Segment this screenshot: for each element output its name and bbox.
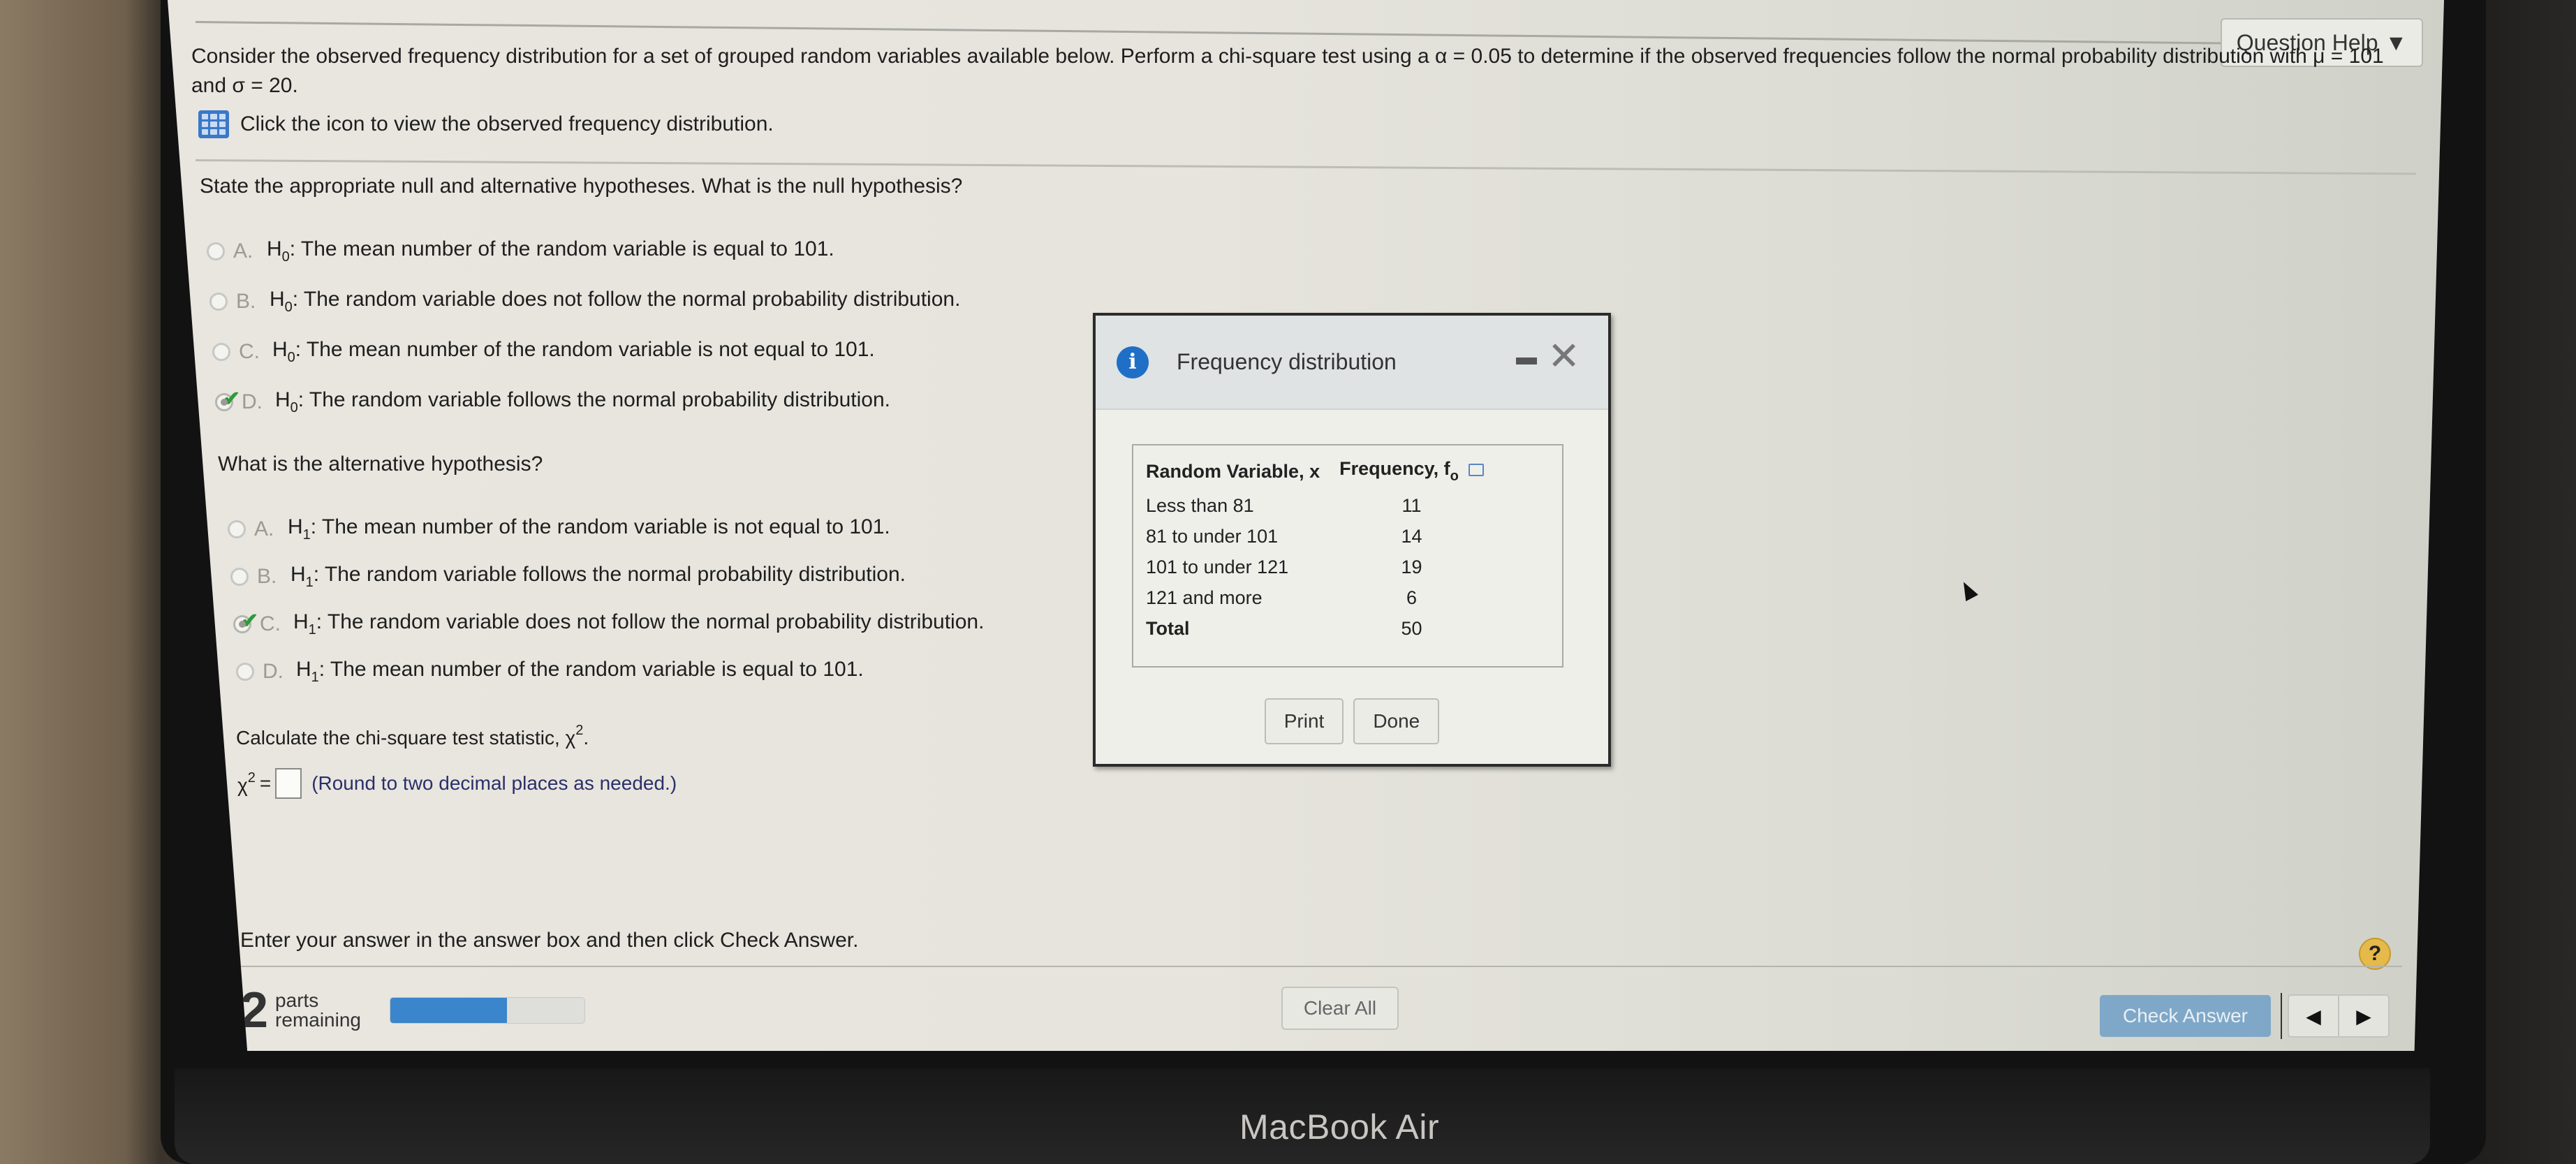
- triangle-left-icon: ◀: [2306, 1005, 2321, 1027]
- option-text: H0: The mean number of the random variab…: [267, 237, 834, 265]
- footer-divider: [237, 966, 2402, 967]
- frequency-table: Random Variable, x Frequency, fo Less th…: [1146, 454, 1484, 644]
- print-button[interactable]: Print: [1264, 698, 1344, 744]
- option-letter: B.: [236, 290, 256, 313]
- copy-table-icon[interactable]: [1468, 463, 1484, 476]
- option-letter: C.: [260, 612, 281, 635]
- total-label: Total: [1146, 617, 1190, 639]
- remaining-label: remaining: [275, 1009, 361, 1031]
- table-row: Less than 81 11: [1146, 490, 1484, 521]
- frequency-cell: 14: [1401, 525, 1422, 547]
- option-text: H0: The random variable does not follow …: [270, 288, 961, 315]
- progress-bar: [390, 997, 585, 1024]
- option-text: H1: The mean number of the random variab…: [288, 515, 890, 543]
- table-row: 121 and more 6: [1146, 582, 1484, 613]
- option-c[interactable]: ✔ C. H1: The random variable does not foll…: [233, 610, 984, 638]
- equals-sign: =: [259, 772, 272, 794]
- radio-button[interactable]: [228, 520, 246, 538]
- clear-all-button[interactable]: Clear All: [1281, 987, 1399, 1030]
- mouse-cursor-icon: [1957, 578, 1978, 602]
- null-hypothesis-prompt: State the appropriate null and alternati…: [200, 175, 963, 198]
- option-text: H1: The random variable follows the norm…: [290, 563, 906, 590]
- table-row: 101 to under 121 19: [1146, 552, 1484, 582]
- next-question-button[interactable]: ▶: [2338, 996, 2388, 1036]
- option-letter: D.: [242, 390, 263, 413]
- done-button[interactable]: Done: [1353, 698, 1440, 744]
- option-b[interactable]: B. H0: The random variable does not follo…: [209, 288, 960, 316]
- view-distribution-line: Click the icon to view the observed freq…: [198, 110, 774, 138]
- dialog-buttons: Print Done: [1096, 698, 1608, 744]
- frequency-table-container: Random Variable, x Frequency, fo Less th…: [1132, 444, 1563, 668]
- option-letter: C.: [239, 340, 260, 363]
- random-variable-cell: 101 to under 121: [1146, 556, 1289, 577]
- nav-separator: [2281, 993, 2282, 1039]
- option-a[interactable]: A. H1: The mean number of the random vari…: [228, 515, 890, 543]
- option-letter: B.: [257, 565, 277, 588]
- close-icon[interactable]: ✕: [1547, 337, 1580, 376]
- radio-button[interactable]: [230, 568, 249, 586]
- option-d[interactable]: D. H1: The mean number of the random vari…: [236, 658, 864, 686]
- table-header-row: Random Variable, x Frequency, fo: [1146, 454, 1484, 490]
- rounding-hint: (Round to two decimal places as needed.): [311, 772, 677, 794]
- parts-remaining: 2 parts remaining: [240, 985, 361, 1036]
- table-row: 81 to under 101 14: [1146, 521, 1484, 552]
- device-label: MacBook Air: [1239, 1107, 1440, 1147]
- radio-button[interactable]: ✔: [215, 388, 240, 411]
- frequency-distribution-dialog: i Frequency distribution ✕ Random Variab…: [1093, 313, 1611, 767]
- chi-square-answer-line: χ2 = (Round to two decimal places as nee…: [237, 768, 677, 799]
- previous-question-button[interactable]: ◀: [2289, 996, 2338, 1036]
- question-nav: ◀ ▶: [2288, 994, 2390, 1038]
- correct-checkmark-icon: ✔: [223, 388, 241, 411]
- view-distribution-text: Click the icon to view the observed freq…: [240, 112, 774, 135]
- radio-button[interactable]: [207, 242, 225, 260]
- option-text: H0: The random variable follows the norm…: [275, 388, 890, 415]
- radio-button[interactable]: [212, 343, 230, 361]
- column-header-frequency: Frequency, fo: [1320, 454, 1484, 490]
- table-grid-icon[interactable]: [198, 110, 229, 138]
- frequency-cell: 19: [1401, 556, 1422, 577]
- triangle-right-icon: ▶: [2356, 1005, 2371, 1027]
- question-text: Consider the observed frequency distribu…: [191, 45, 2384, 97]
- random-variable-cell: Less than 81: [1146, 494, 1254, 516]
- table-total-row: Total 50: [1146, 613, 1484, 644]
- instruction-text: Enter your answer in the answer box and …: [240, 929, 859, 952]
- option-letter: D.: [263, 660, 284, 683]
- radio-button[interactable]: ✔: [233, 610, 258, 633]
- option-a[interactable]: A. H0: The mean number of the random vari…: [207, 237, 834, 265]
- screen: Question Help ▼ ⚙ Consider the observed …: [168, 0, 2444, 1051]
- frequency-cell: 6: [1406, 587, 1417, 608]
- random-variable-cell: 121 and more: [1146, 587, 1263, 608]
- progress-bar-fill: [390, 998, 507, 1023]
- frequency-cell: 11: [1401, 494, 1422, 516]
- option-text: H1: The random variable does not follow …: [293, 610, 985, 638]
- minimize-icon[interactable]: [1516, 358, 1537, 364]
- total-value: 50: [1401, 617, 1422, 639]
- info-icon: i: [1117, 346, 1149, 378]
- check-answer-button[interactable]: Check Answer: [2100, 995, 2271, 1037]
- question-divider: [195, 159, 2416, 175]
- option-b[interactable]: B. H1: The random variable follows the no…: [230, 563, 906, 591]
- parts-label: parts: [275, 989, 319, 1011]
- option-c[interactable]: C. H0: The mean number of the random vari…: [212, 338, 875, 366]
- alt-hypothesis-prompt: What is the alternative hypothesis?: [218, 452, 543, 476]
- option-d[interactable]: ✔ D. H0: The random variable follows the n…: [215, 388, 890, 416]
- option-text: H0: The mean number of the random variab…: [272, 338, 875, 365]
- chi-square-prompt: Calculate the chi-square test statistic,…: [236, 723, 589, 749]
- radio-button[interactable]: [209, 293, 228, 311]
- dialog-title: Frequency distribution: [1177, 349, 1397, 374]
- homework-app: Question Help ▼ ⚙ Consider the observed …: [168, 0, 2444, 1051]
- correct-checkmark-icon: ✔: [241, 610, 259, 633]
- option-letter: A.: [254, 517, 274, 540]
- column-header-random-variable: Random Variable, x: [1146, 460, 1320, 482]
- radio-button[interactable]: [236, 663, 254, 681]
- option-text: H1: The mean number of the random variab…: [296, 658, 864, 685]
- chi-square-label: χ2: [237, 770, 256, 796]
- random-variable-cell: 81 to under 101: [1146, 525, 1279, 547]
- dialog-header[interactable]: i Frequency distribution ✕: [1096, 316, 1608, 410]
- chi-square-input[interactable]: [275, 768, 302, 799]
- option-letter: A.: [233, 240, 253, 263]
